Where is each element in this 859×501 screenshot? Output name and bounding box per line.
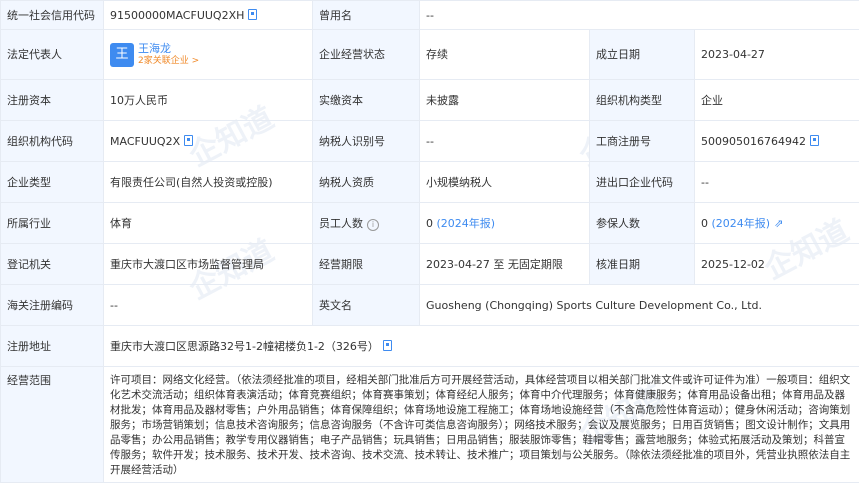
credit-code-value: 91500000MACFUUQ2XH <box>110 8 245 22</box>
former-name-label: 曾用名 <box>312 0 420 30</box>
table-row: 海关注册编码 -- 英文名 Guosheng (Chongqing) Sport… <box>0 284 859 326</box>
table-row: 注册地址 重庆市大渡口区思源路32号1-2幢裙楼负1-2（326号） <box>0 325 859 367</box>
paid-capital-label: 实缴资本 <box>312 79 420 121</box>
address-value: 重庆市大渡口区思源路32号1-2幢裙楼负1-2（326号） <box>110 339 379 353</box>
paid-capital-value: 未披露 <box>419 79 590 121</box>
insured-label: 参保人数 <box>589 202 695 244</box>
customs-code-value: -- <box>103 284 313 326</box>
former-name-value: -- <box>419 0 859 30</box>
employees-label: 员工人数 <box>319 216 363 230</box>
reg-capital-value: 10万人民币 <box>103 79 313 121</box>
info-icon[interactable]: i <box>367 218 379 231</box>
copy-icon[interactable] <box>382 339 392 351</box>
term-value: 2023-04-27 至 无固定期限 <box>419 243 590 285</box>
reg-capital-label: 注册资本 <box>0 79 104 121</box>
established-label: 成立日期 <box>589 29 695 80</box>
company-info-table: 统一社会信用代码 91500000MACFUUQ2XH 曾用名 -- 法定代表人… <box>0 0 859 483</box>
copy-icon[interactable] <box>184 134 194 146</box>
scope-value: 许可项目：网络文化经营。（依法须经批准的项目，经相关部门批准后方可开展经营活动，… <box>103 366 859 483</box>
customs-code-label: 海关注册编码 <box>0 284 104 326</box>
org-type-value: 企业 <box>694 79 859 121</box>
taxpayer-qual-value: 小规模纳税人 <box>419 161 590 203</box>
status-label: 企业经营状态 <box>312 29 420 80</box>
established-value: 2023-04-27 <box>694 29 859 80</box>
biz-reg-no-value: 500905016764942 <box>701 134 806 148</box>
legal-rep-label: 法定代表人 <box>0 29 104 80</box>
copy-icon[interactable] <box>248 8 258 20</box>
employees-label-cell: 员工人数 i <box>312 202 420 244</box>
related-companies-link[interactable]: 2家关联企业 > <box>138 55 199 67</box>
org-code-label: 组织机构代码 <box>0 120 104 162</box>
legal-rep-name-link[interactable]: 王海龙 <box>138 42 199 55</box>
biz-reg-no-label: 工商注册号 <box>589 120 695 162</box>
insured-annual-report-link[interactable]: (2024年报) <box>712 217 771 230</box>
import-export-label: 进出口企业代码 <box>589 161 695 203</box>
org-code-value: MACFUUQ2X <box>110 134 181 148</box>
legal-rep-cell: 王王海龙 2家关联企业 > <box>103 29 313 80</box>
english-name-label: 英文名 <box>312 284 420 326</box>
employees-annual-report-link[interactable]: (2024年报) <box>437 217 496 230</box>
industry-value: 体育 <box>103 202 313 244</box>
approval-date-value: 2025-12-02 <box>694 243 859 285</box>
org-type-label: 组织机构类型 <box>589 79 695 121</box>
table-row: 法定代表人 王王海龙 2家关联企业 > 企业经营状态 存续 成立日期 2023-0… <box>0 29 859 80</box>
trend-chart-icon[interactable]: ⇗ <box>774 216 783 231</box>
legal-rep-info: 王海龙 2家关联企业 > <box>138 42 199 67</box>
english-name-value: Guosheng (Chongqing) Sports Culture Deve… <box>419 284 859 326</box>
employees-cell: 0 (2024年报) <box>419 202 590 244</box>
copy-icon[interactable] <box>809 134 819 146</box>
table-row: 组织机构代码 MACFUUQ2X 纳税人识别号 -- 工商注册号 5009050… <box>0 120 859 162</box>
table-row: 登记机关 重庆市大渡口区市场监督管理局 经营期限 2023-04-27 至 无固… <box>0 243 859 285</box>
address-cell: 重庆市大渡口区思源路32号1-2幢裙楼负1-2（326号） <box>103 325 859 367</box>
credit-code-label: 统一社会信用代码 <box>0 0 104 30</box>
taxpayer-qual-label: 纳税人资质 <box>312 161 420 203</box>
scope-label: 经营范围 <box>0 366 104 483</box>
table-row: 注册资本 10万人民币 实缴资本 未披露 组织机构类型 企业 <box>0 79 859 121</box>
approval-date-label: 核准日期 <box>589 243 695 285</box>
org-code-cell: MACFUUQ2X <box>103 120 313 162</box>
address-label: 注册地址 <box>0 325 104 367</box>
term-label: 经营期限 <box>312 243 420 285</box>
industry-label: 所属行业 <box>0 202 104 244</box>
table-row: 统一社会信用代码 91500000MACFUUQ2XH 曾用名 -- <box>0 0 859 30</box>
credit-code-cell: 91500000MACFUUQ2XH <box>103 0 313 30</box>
employees-value: 0 <box>426 216 433 230</box>
table-row: 所属行业 体育 员工人数 i 0 (2024年报) 参保人数 0 (2024年报)… <box>0 202 859 244</box>
taxpayer-id-value: -- <box>419 120 590 162</box>
table-row: 企业类型 有限责任公司(自然人投资或控股) 纳税人资质 小规模纳税人 进出口企业… <box>0 161 859 203</box>
biz-reg-no-cell: 500905016764942 <box>694 120 859 162</box>
table-row: 经营范围 许可项目：网络文化经营。（依法须经批准的项目，经相关部门批准后方可开展… <box>0 366 859 483</box>
reg-authority-value: 重庆市大渡口区市场监督管理局 <box>103 243 313 285</box>
company-type-label: 企业类型 <box>0 161 104 203</box>
status-value: 存续 <box>419 29 590 80</box>
taxpayer-id-label: 纳税人识别号 <box>312 120 420 162</box>
avatar: 王 <box>110 42 134 67</box>
company-type-value: 有限责任公司(自然人投资或控股) <box>103 161 313 203</box>
insured-cell: 0 (2024年报) ⇗ <box>694 202 859 244</box>
import-export-value: -- <box>694 161 859 203</box>
insured-value: 0 <box>701 216 708 230</box>
reg-authority-label: 登记机关 <box>0 243 104 285</box>
